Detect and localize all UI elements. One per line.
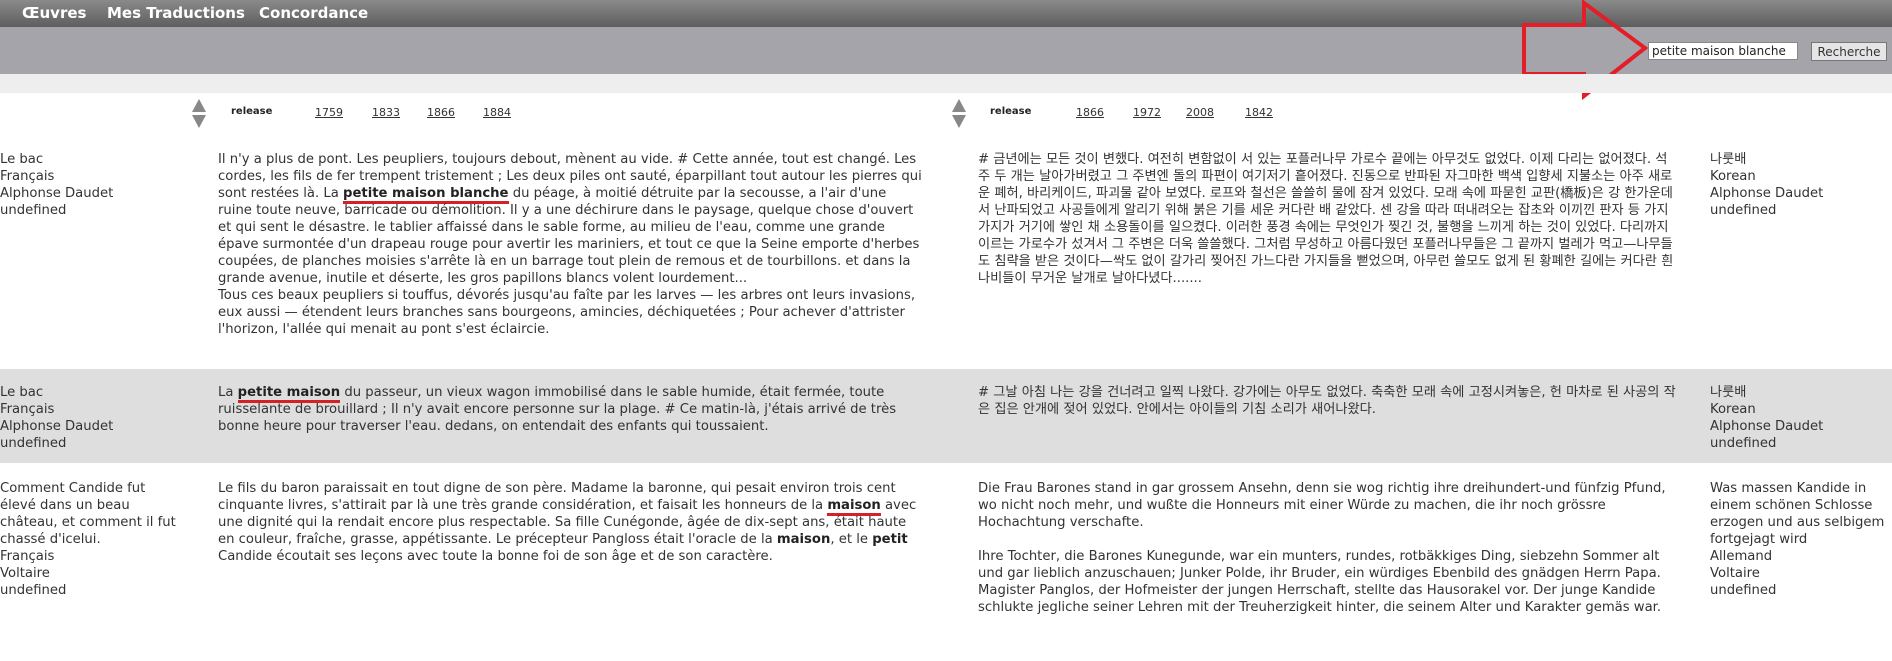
source-text: La petite maison du passeur, un vieux wa… (218, 384, 923, 435)
nav-oeuvres[interactable]: Œuvres (22, 4, 86, 22)
meta-date: undefined (0, 583, 67, 598)
meta-left: Comment Candide fut élevé dans un beau c… (0, 480, 200, 599)
text-paragraph: Ihre Tochter, die Barones Kunegunde, war… (978, 549, 1662, 615)
text-segment: Candide écoutait ses leçons avec toute l… (218, 549, 773, 564)
table-row: Le bac Français Alphonse Daudet undefine… (0, 369, 1892, 463)
translated-text: # 그날 아침 나는 강을 건너려고 일찍 나왔다. 강가에는 아무도 없었다.… (978, 385, 1676, 417)
sort-up-icon[interactable] (192, 99, 206, 112)
year-link[interactable]: 1972 (1133, 106, 1161, 119)
table-row: Le bac Français Alphonse Daudet undefine… (0, 143, 1892, 368)
year-link[interactable]: 1866 (1076, 106, 1104, 119)
text-segment: du péage, à moitié détruite par la secou… (218, 186, 920, 286)
search-match: maison (827, 498, 881, 516)
sort-down-icon[interactable] (192, 115, 206, 128)
meta-right: 나룻배 Korean Alphonse Daudet undefined (1710, 151, 1823, 219)
meta-left: Le bac Français Alphonse Daudet undefine… (0, 151, 200, 219)
meta-date: undefined (1710, 583, 1777, 598)
meta-title: Le bac (0, 152, 44, 167)
meta-title: 나룻배 (1710, 152, 1747, 167)
meta-date: undefined (0, 203, 67, 218)
sort-up-icon[interactable] (952, 99, 966, 112)
year-link[interactable]: 1866 (427, 106, 455, 119)
sort-control-left[interactable] (192, 99, 206, 128)
meta-title: château, et comment il fut (0, 515, 176, 530)
meta-date: undefined (1710, 203, 1777, 218)
sort-control-right[interactable] (952, 99, 966, 128)
release-label-left: release (231, 106, 273, 117)
nav-concordance[interactable]: Concordance (259, 4, 368, 22)
meta-language: Korean (1710, 402, 1756, 417)
year-link[interactable]: 1884 (483, 106, 511, 119)
meta-title: einem schönen Schlosse (1710, 498, 1873, 513)
meta-author: Alphonse Daudet (1710, 186, 1824, 201)
year-link[interactable]: 1833 (372, 106, 400, 119)
meta-author: Voltaire (1710, 566, 1760, 581)
translated-text: # 금년에는 모든 것이 변했다. 여전히 변함없이 서 있는 포플러나무 가로… (978, 152, 1674, 286)
header-stripe (0, 74, 1892, 93)
text-segment: Le fils du baron paraissait en tout dign… (218, 481, 896, 513)
meta-author: Alphonse Daudet (0, 186, 114, 201)
text-paragraph: Tous ces beaux peupliers si touffus, dév… (218, 288, 916, 337)
meta-author: Alphonse Daudet (1710, 419, 1824, 434)
search-match: petit (872, 532, 908, 547)
meta-language: Korean (1710, 169, 1756, 184)
text-segment: , et le (830, 532, 873, 547)
meta-title: 나룻배 (1710, 385, 1747, 400)
meta-left: Le bac Français Alphonse Daudet undefine… (0, 384, 200, 452)
release-label-right: release (990, 106, 1032, 117)
meta-title: chassé d'icelui. (0, 532, 101, 547)
meta-date: undefined (0, 436, 67, 451)
meta-language: Français (0, 549, 55, 564)
meta-language: Allemand (1710, 549, 1773, 564)
source-text: Le fils du baron paraissait en tout dign… (218, 480, 923, 565)
meta-title: erzogen und aus selbigem (1710, 515, 1885, 530)
meta-title: Was massen Kandide in (1710, 481, 1867, 496)
meta-language: Français (0, 169, 55, 184)
meta-right: Was massen Kandide in einem schönen Schl… (1710, 480, 1884, 599)
table-row: Comment Candide fut élevé dans un beau c… (0, 463, 1892, 661)
search-match: maison (776, 532, 831, 547)
source-text: Il n'y a plus de pont. Les peupliers, to… (218, 151, 923, 338)
sort-down-icon[interactable] (952, 115, 966, 128)
year-link[interactable]: 1759 (315, 106, 343, 119)
nav-mes-traductions[interactable]: Mes Traductions (107, 4, 245, 22)
meta-title: élevé dans un beau (0, 498, 130, 513)
meta-language: Français (0, 402, 55, 417)
meta-author: Voltaire (0, 566, 50, 581)
search-match: petite maison (237, 385, 341, 403)
meta-right: 나룻배 Korean Alphonse Daudet undefined (1710, 384, 1823, 452)
meta-title: fortgejagt wird (1710, 532, 1808, 547)
meta-author: Alphonse Daudet (0, 419, 114, 434)
year-link[interactable]: 2008 (1186, 106, 1214, 119)
text-paragraph: Die Frau Barones stand in gar grossem An… (978, 481, 1666, 530)
meta-title: Comment Candide fut (0, 481, 146, 496)
search-match: petite maison blanche (343, 186, 509, 204)
meta-title: Le bac (0, 385, 44, 400)
translated-text: Die Frau Barones stand in gar grossem An… (978, 480, 1678, 616)
text-segment: La (218, 385, 238, 400)
year-link[interactable]: 1842 (1245, 106, 1273, 119)
meta-date: undefined (1710, 436, 1777, 451)
